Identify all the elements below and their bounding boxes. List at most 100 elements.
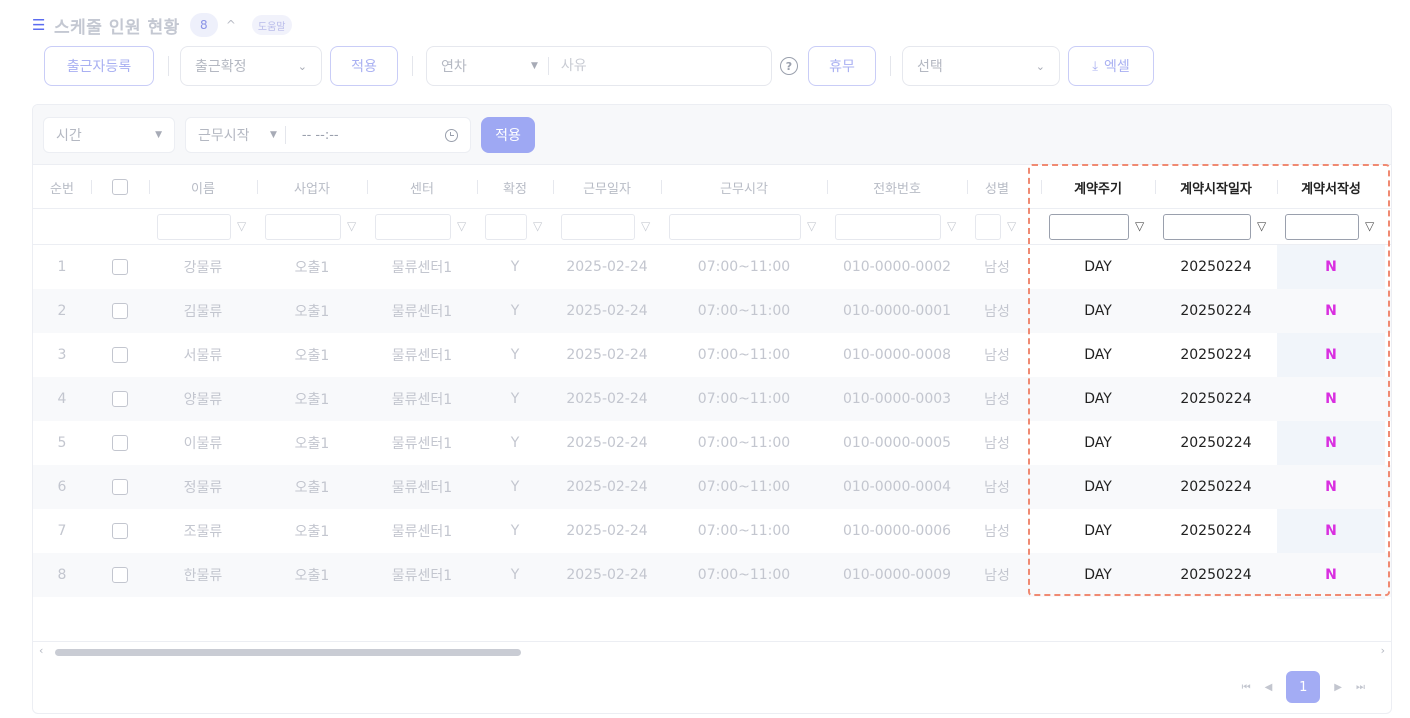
column-filter-input-center[interactable] [375,214,451,240]
excel-export-button[interactable]: ⤓ 엑셀 [1068,46,1154,86]
scroll-right-icon[interactable]: › [1381,644,1385,657]
register-attendee-button[interactable]: 출근자등록 [44,46,154,86]
horizontal-scrollbar[interactable]: ‹ › [33,641,1391,661]
question-icon[interactable]: ? [780,57,798,75]
column-filter-input-business[interactable] [265,214,341,240]
cell-work-time: 07:00~11:00 [697,259,791,275]
filter-funnel-icon[interactable]: ▽ [1007,218,1016,234]
current-page-button[interactable]: 1 [1286,671,1321,703]
row-checkbox-cell[interactable] [91,333,149,377]
row-checkbox[interactable] [112,259,128,275]
filter-funnel-icon[interactable]: ▽ [1365,218,1374,234]
filter-funnel-icon[interactable]: ▽ [347,218,356,234]
select-all-checkbox[interactable] [112,179,128,195]
row-checkbox[interactable] [112,479,128,495]
list-icon: ☰ [32,16,46,34]
row-checkbox[interactable] [112,567,128,583]
filter-funnel-icon[interactable]: ▽ [1135,218,1144,234]
scrollbar-thumb[interactable] [55,649,521,656]
row-checkbox-cell[interactable] [91,421,149,465]
table-row[interactable]: 7 조물류 오출1 물류센터1 Y 2025-02-24 07:00~11:00 010-00… [33,509,1391,553]
column-filter-input-phone[interactable] [835,214,941,240]
dropdown-arrow-icon[interactable]: ▼ [270,130,277,140]
row-checkbox-cell[interactable] [91,553,149,597]
filter-funnel-icon[interactable]: ▽ [533,218,542,234]
cell-work-date: 2025-02-24 [566,435,648,451]
table-row[interactable]: 6 정물류 오출1 물류센터1 Y 2025-02-24 07:00~11:00 010-00… [33,465,1391,509]
table-row[interactable]: 5 이물류 오출1 물류센터1 Y 2025-02-24 07:00~11:00 010-00… [33,421,1391,465]
column-filter-input-contract-cycle[interactable] [1049,214,1129,240]
next-page-icon[interactable]: ▶ [1334,682,1342,693]
cell-contract-written: N [1325,567,1337,583]
row-checkbox-cell[interactable] [91,509,149,553]
filter-funnel-icon[interactable]: ▽ [1257,218,1266,234]
header-divider [553,180,554,194]
column-filter-input-contract-start[interactable] [1163,214,1251,240]
row-checkbox[interactable] [112,435,128,451]
cell-contract-cycle: DAY [1084,523,1112,539]
column-filter-input-gender[interactable] [975,214,1001,240]
row-checkbox-cell[interactable] [91,289,149,333]
row-checkbox-cell[interactable] [91,465,149,509]
table-row[interactable]: 8 한물류 오출1 물류센터1 Y 2025-02-24 07:00~11:00 010-00… [33,553,1391,597]
clock-icon[interactable] [445,128,458,142]
scroll-left-icon[interactable]: ‹ [39,644,43,657]
apply-time-button[interactable]: 적용 [481,117,535,153]
last-page-icon[interactable]: ⏭ [1356,682,1365,693]
cell-phone: 010-0000-0002 [842,259,952,275]
cell-contract-start: 20250224 [1180,523,1252,539]
header-divider [257,180,258,194]
dropdown-arrow-icon[interactable]: ▼ [531,61,538,71]
filter-funnel-icon[interactable]: ▽ [237,218,246,234]
column-filter-input-work-time[interactable] [669,214,801,240]
cell-work-date: 2025-02-24 [566,479,648,495]
cell-confirm: Y [510,435,520,451]
filter-funnel-icon[interactable]: ▽ [641,218,650,234]
row-checkbox[interactable] [112,347,128,363]
time-input[interactable]: -- --:-- [302,128,445,143]
column-filter-input-contract-written[interactable] [1285,214,1359,240]
column-filter-input-name[interactable] [157,214,231,240]
filter-funnel-icon[interactable]: ▽ [947,218,956,234]
apply-confirm-button[interactable]: 적용 [330,46,398,86]
time-select[interactable]: 시간 ▼ [43,117,175,153]
cell-phone: 010-0000-0005 [842,435,952,451]
prev-page-icon[interactable]: ◀ [1265,682,1273,693]
table-row[interactable]: 3 서물류 오출1 물류센터1 Y 2025-02-24 07:00~11:00 010-00… [33,333,1391,377]
apply-time-label: 적용 [495,128,521,144]
rest-day-button[interactable]: 휴무 [808,46,876,86]
page-title: 스케줄 인원 현황 [54,17,180,38]
column-header-label: 확정 [503,181,527,197]
row-checkbox[interactable] [112,391,128,407]
cell-contract-written: N [1325,303,1337,319]
table-row[interactable]: 4 양물류 오출1 물류센터1 Y 2025-02-24 07:00~11:00 010-00… [33,377,1391,421]
row-checkbox-cell[interactable] [91,245,149,289]
help-badge[interactable]: 도움말 [251,15,292,35]
cell-phone: 010-0000-0006 [842,523,952,539]
pagination: ⏮ ◀ 1 ▶ ⏭ [1242,671,1365,703]
filter-funnel-icon[interactable]: ▽ [807,218,816,234]
row-checkbox[interactable] [112,523,128,539]
column-filter-input-confirm[interactable] [485,214,527,240]
filter-funnel-icon[interactable]: ▽ [457,218,466,234]
cell-business: 오출1 [294,260,330,276]
cell-seq: 5 [57,435,67,451]
column-header-gender: 성별 [967,165,1027,209]
work-start-select[interactable]: 근무시작 [198,125,270,145]
confirm-select[interactable]: 출근확정 ⌄ [180,46,322,86]
table-row[interactable]: 1 강물류 오출1 물류센터1 Y 2025-02-24 07:00~11:00 010-00… [33,245,1391,289]
row-checkbox-cell[interactable] [91,377,149,421]
column-filter-input-work-date[interactable] [561,214,635,240]
confirm-select-value: 출근확정 [195,59,247,75]
select-all-checkbox-cell[interactable] [91,165,149,209]
help-icon-wrap[interactable]: ? [778,46,800,86]
row-checkbox[interactable] [112,303,128,319]
cell-seq: 1 [57,259,67,275]
header-divider [477,180,478,194]
choice-select[interactable]: 선택 ⌄ [902,46,1060,86]
table-row[interactable]: 2 김물류 오출1 물류센터1 Y 2025-02-24 07:00~11:00 010-00… [33,289,1391,333]
collapse-caret-icon[interactable]: ^ [226,18,236,32]
reason-input[interactable] [560,58,763,74]
first-page-icon[interactable]: ⏮ [1242,682,1251,693]
leave-type-select[interactable]: 연차 [441,56,531,76]
